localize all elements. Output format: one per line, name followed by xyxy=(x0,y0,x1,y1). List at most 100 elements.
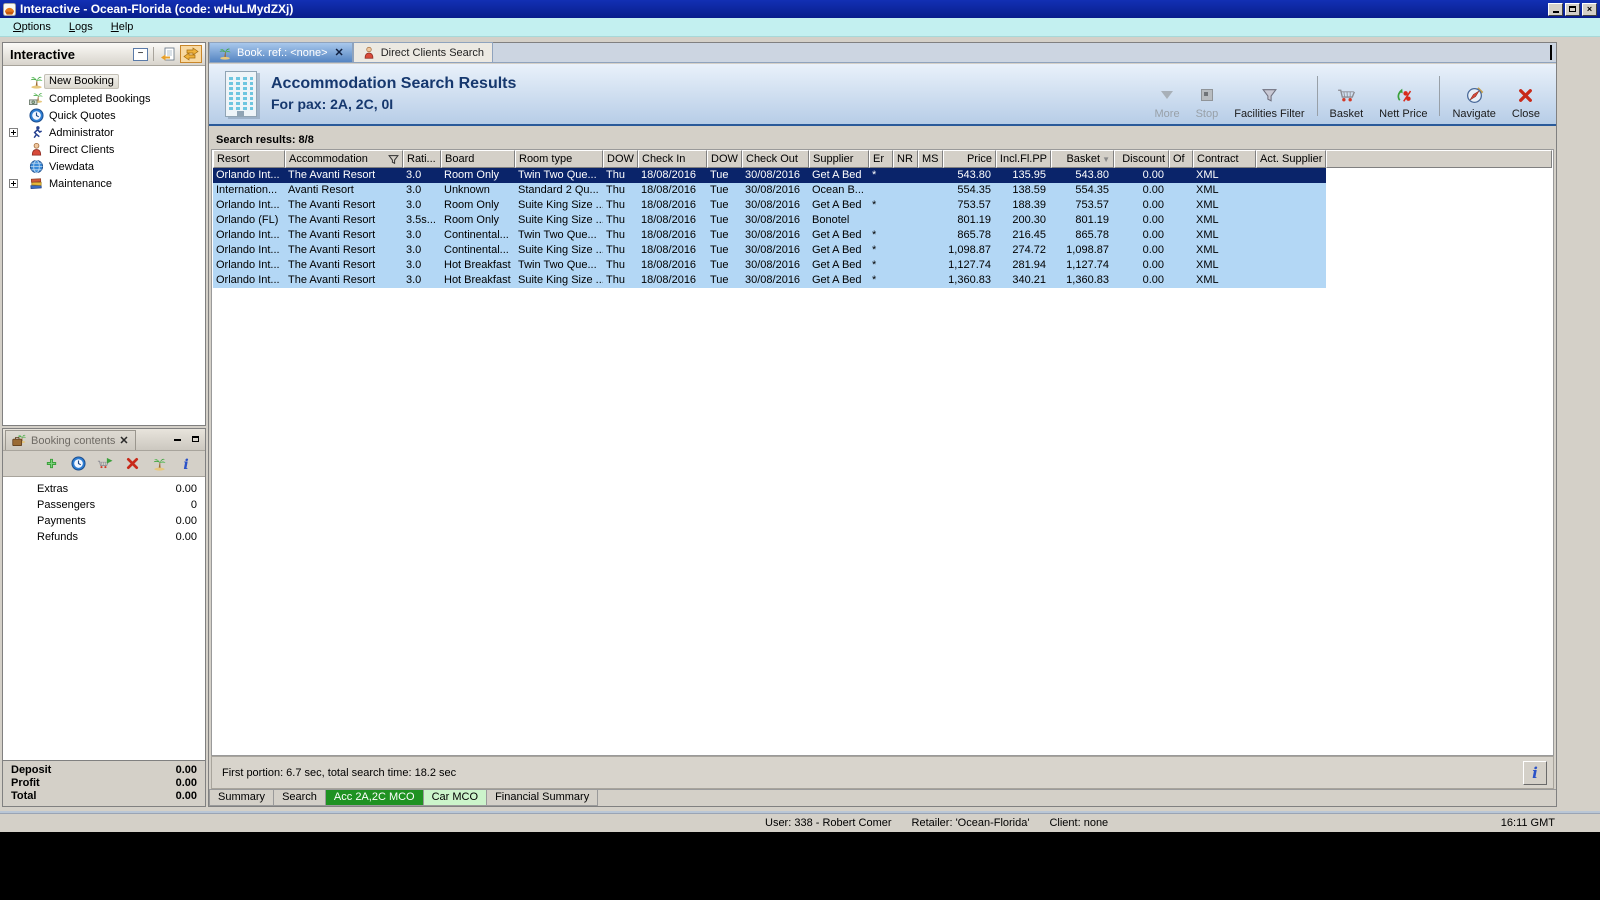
menu-options[interactable]: Options xyxy=(4,19,60,35)
column-header-of[interactable]: Of xyxy=(1169,150,1193,168)
tab-summary[interactable]: Summary xyxy=(209,790,275,806)
column-header-supplier[interactable]: Supplier xyxy=(809,150,869,168)
cell-of xyxy=(1169,243,1193,258)
tab-booking-ref[interactable]: Book. ref.: <none> ✕ xyxy=(209,42,353,62)
column-header-dow-in[interactable]: DOW xyxy=(603,150,638,168)
column-header-dow-out[interactable]: DOW xyxy=(707,150,742,168)
add-item-button[interactable] xyxy=(42,455,60,473)
close-results-button[interactable]: Close xyxy=(1504,72,1548,120)
panel-minimize-button[interactable] xyxy=(171,432,183,443)
menu-help[interactable]: Help xyxy=(102,19,143,35)
cell-er: * xyxy=(872,169,877,181)
sidebar-item-quick-quotes[interactable]: Quick Quotes xyxy=(3,107,205,124)
total-label: Profit xyxy=(11,777,40,789)
basket-button[interactable]: Basket xyxy=(1322,72,1372,120)
sidebar-item-completed-bookings[interactable]: Completed Bookings xyxy=(3,90,205,107)
column-header-er[interactable]: Er xyxy=(869,150,893,168)
cell-accommodation: The Avanti Resort xyxy=(288,244,376,256)
table-row[interactable]: Orlando Int... The Avanti Resort 3.0 Room O… xyxy=(213,168,1326,183)
window-minimize-button[interactable] xyxy=(1548,2,1563,16)
sidebar-item-direct-clients[interactable]: Direct Clients xyxy=(3,141,205,158)
cell-check-out: 30/08/2016 xyxy=(745,214,801,226)
results-header: Accommodation Search Results For pax: 2A… xyxy=(209,64,1556,126)
column-header-resort[interactable]: Resort xyxy=(213,150,285,168)
facilities-filter-button[interactable]: Facilities Filter xyxy=(1226,72,1312,120)
column-header-ms[interactable]: MS xyxy=(918,150,943,168)
close-icon[interactable]: ✕ xyxy=(119,434,128,447)
sidebar-collapse-button[interactable]: − xyxy=(133,47,148,61)
stop-button[interactable]: Stop xyxy=(1188,72,1227,120)
sidebar-item-maintenance[interactable]: Maintenance xyxy=(3,175,205,192)
column-header-accommodation[interactable]: Accommodation xyxy=(285,150,403,168)
column-header-basket[interactable]: Basket ▼ xyxy=(1051,150,1114,168)
table-row[interactable]: Orlando Int... The Avanti Resort 3.0 Contin… xyxy=(213,243,1326,258)
info-button[interactable] xyxy=(177,455,195,473)
sidebar-item-viewdata[interactable]: Viewdata xyxy=(3,158,205,175)
cell-check-out: 30/08/2016 xyxy=(745,244,801,256)
column-header-discount[interactable]: Discount xyxy=(1114,150,1169,168)
tab-search[interactable]: Search xyxy=(274,790,326,806)
list-item[interactable]: Passengers 0 xyxy=(3,497,205,513)
cell-basket: 753.57 xyxy=(1075,199,1109,211)
close-icon[interactable]: ✕ xyxy=(335,46,344,59)
tab-financial-summary[interactable]: Financial Summary xyxy=(487,790,599,806)
panel-maximize-button[interactable] xyxy=(189,432,201,443)
expand-plus-icon[interactable] xyxy=(9,179,18,188)
cell-rating: 3.0 xyxy=(406,259,422,271)
table-row[interactable]: Orlando Int... The Avanti Resort 3.0 Room O… xyxy=(213,198,1326,213)
sidebar-sync-button[interactable] xyxy=(180,45,202,63)
total-value: 0.00 xyxy=(175,764,197,776)
tab-acc-2a2c-mco[interactable]: Acc 2A,2C MCO xyxy=(325,790,424,806)
panel-maximize-button[interactable] xyxy=(1550,45,1552,60)
column-header-act-supplier[interactable]: Act. Supplier xyxy=(1256,150,1326,168)
expand-plus-icon[interactable] xyxy=(9,128,18,137)
cell-rating: 3.5s... xyxy=(406,214,436,226)
column-header-incl-fl-pp[interactable]: Incl.Fl.PP xyxy=(996,150,1051,168)
window-maximize-button[interactable] xyxy=(1565,2,1580,16)
tab-booking-contents[interactable]: Booking contents ✕ xyxy=(5,430,136,450)
window-close-button[interactable]: × xyxy=(1582,2,1597,16)
divider xyxy=(1316,76,1318,116)
column-header-check-in[interactable]: Check In xyxy=(638,150,707,168)
nett-price-button[interactable]: Nett Price xyxy=(1371,72,1435,120)
tab-direct-clients-search[interactable]: Direct Clients Search xyxy=(352,42,494,62)
column-header-contract[interactable]: Contract xyxy=(1193,150,1256,168)
cell-incl-fl-pp: 135.95 xyxy=(1012,169,1046,181)
info-icon: i xyxy=(1532,764,1538,782)
more-button[interactable]: More xyxy=(1147,72,1188,120)
cell-incl-fl-pp: 281.94 xyxy=(1012,259,1046,271)
list-item[interactable]: Extras 0.00 xyxy=(3,481,205,497)
info-button[interactable]: i xyxy=(1523,761,1547,785)
cart-icon xyxy=(1336,87,1357,104)
status-bar: User: 338 - Robert Comer Retailer: 'Ocea… xyxy=(0,813,1600,832)
list-item[interactable]: Payments 0.00 xyxy=(3,513,205,529)
column-header-check-out[interactable]: Check Out xyxy=(742,150,809,168)
table-row[interactable]: Orlando Int... The Avanti Resort 3.0 Hot Br… xyxy=(213,258,1326,273)
sidebar-link-button[interactable] xyxy=(159,46,177,62)
column-header-board[interactable]: Board xyxy=(441,150,515,168)
sidebar-item-new-booking[interactable]: New Booking xyxy=(3,73,205,90)
move-to-basket-button[interactable] xyxy=(96,455,114,473)
filter-funnel-icon[interactable] xyxy=(388,154,399,165)
table-row[interactable]: Internation... Avanti Resort 3.0 Unknown Sta… xyxy=(213,183,1326,198)
column-header-room-type[interactable]: Room type xyxy=(515,150,603,168)
table-row[interactable]: Orlando Int... The Avanti Resort 3.0 Hot Br… xyxy=(213,273,1326,288)
list-item[interactable]: Refunds 0.00 xyxy=(3,529,205,545)
tab-car-mco[interactable]: Car MCO xyxy=(423,790,488,806)
table-row[interactable]: Orlando Int... The Avanti Resort 3.0 Contin… xyxy=(213,228,1326,243)
sidebar-item-administrator[interactable]: Administrator xyxy=(3,124,205,141)
cell-price: 543.80 xyxy=(957,169,991,181)
table-row[interactable]: Orlando (FL) The Avanti Resort 3.5s... Room… xyxy=(213,213,1326,228)
cell-of xyxy=(1169,168,1193,183)
quick-quote-button[interactable] xyxy=(69,455,87,473)
column-header-rating[interactable]: Rati... xyxy=(403,150,441,168)
column-header-nr[interactable]: NR xyxy=(893,150,918,168)
menu-logs[interactable]: Logs xyxy=(60,19,102,35)
cell-dow-in: Thu xyxy=(606,184,625,196)
delete-item-button[interactable] xyxy=(123,455,141,473)
new-booking-button[interactable] xyxy=(150,455,168,473)
column-header-price[interactable]: Price xyxy=(943,150,996,168)
item-value: 0.00 xyxy=(175,515,197,527)
navigate-button[interactable]: Navigate xyxy=(1444,72,1503,120)
cell-er xyxy=(869,183,893,198)
